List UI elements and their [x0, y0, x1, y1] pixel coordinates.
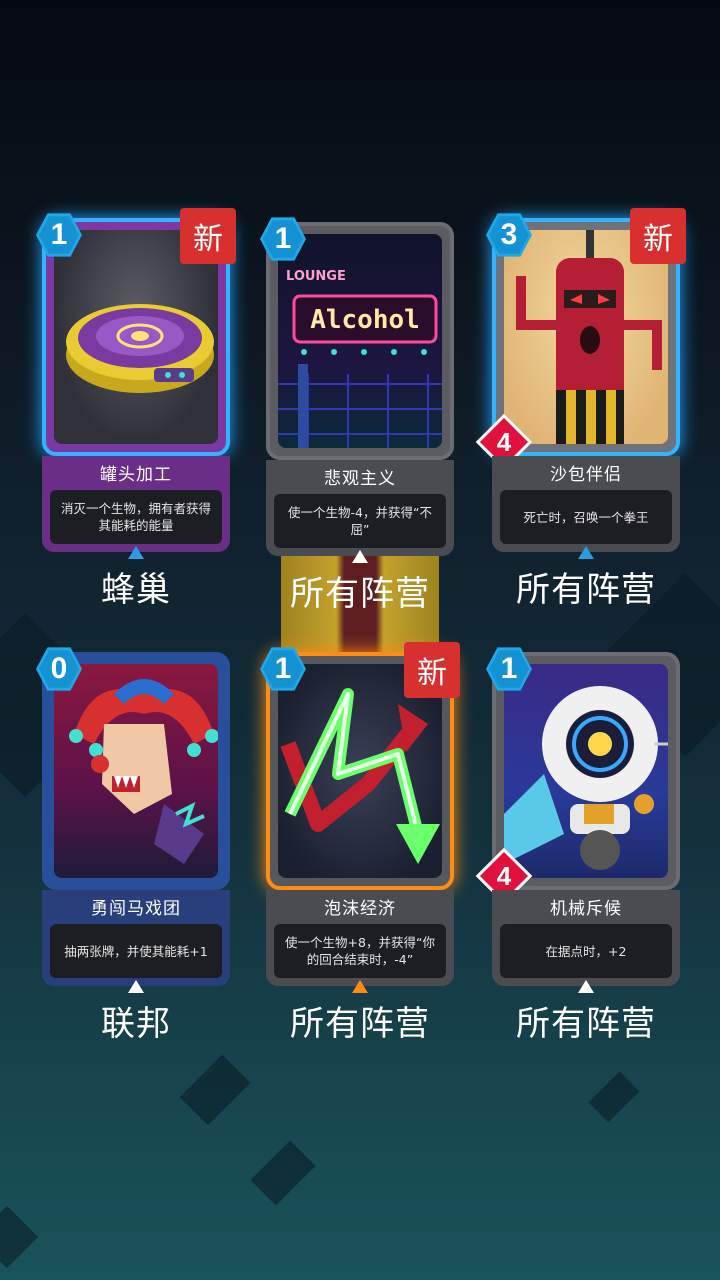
card-info-panel: 机械斥候 在据点时，+2 [492, 890, 680, 986]
faction-label: 所有阵营 [516, 570, 656, 610]
new-badge: 新 [630, 208, 686, 264]
svg-text:LOUNGE: LOUNGE [286, 269, 346, 284]
new-badge: 新 [404, 642, 460, 698]
faction-label: 所有阵营 [516, 1004, 656, 1044]
card-art [54, 664, 218, 878]
card-description: 死亡时，召唤一个拳王 [500, 490, 672, 544]
faction-arrow-icon [578, 980, 594, 993]
card-art: Alcohol LOUNGE [278, 234, 442, 448]
card-title: 沙包伴侣 [550, 465, 622, 485]
new-badge: 新 [180, 208, 236, 264]
card-info-panel: 悲观主义 使一个生物-4，并获得“不屈” [266, 460, 454, 556]
card-title: 悲观主义 [324, 469, 396, 489]
card-info-panel: 泡沫经济 使一个生物+8，并获得“你的回合结束时，-4” [266, 890, 454, 986]
card-info-panel: 勇闯马戏团 抽两张牌，并使其能耗+1 [42, 890, 230, 986]
bg-diamond [588, 1071, 640, 1123]
card-info-panel: 罐头加工 消灭一个生物，拥有者获得其能耗的能量 [42, 456, 230, 552]
faction-arrow-icon [128, 546, 144, 559]
card-description: 抽两张牌，并使其能耗+1 [50, 924, 222, 978]
faction-arrow-icon [578, 546, 594, 559]
card-art [504, 664, 668, 878]
faction-arrow-icon [128, 980, 144, 993]
card-title: 罐头加工 [100, 465, 172, 485]
card-description: 消灭一个生物，拥有者获得其能耗的能量 [50, 490, 222, 544]
card-description: 在据点时，+2 [500, 924, 672, 978]
bg-diamond [179, 1054, 251, 1126]
card-title: 机械斥候 [550, 899, 622, 919]
jester-icon [69, 679, 218, 864]
card-info-panel: 沙包伴侣 死亡时，召唤一个拳王 [492, 456, 680, 552]
svg-text:Alcohol: Alcohol [310, 305, 420, 335]
neon-bar-icon: Alcohol LOUNGE [278, 269, 442, 448]
bg-diamond [0, 1205, 39, 1269]
card-title: 泡沫经济 [324, 899, 396, 919]
card-description: 使一个生物+8，并获得“你的回合结束时，-4” [274, 924, 446, 978]
faction-arrow-icon [352, 980, 368, 993]
faction-arrow-icon [352, 550, 368, 563]
scout-robot-icon [504, 686, 668, 870]
card-description: 使一个生物-4，并获得“不屈” [274, 494, 446, 548]
card-title: 勇闯马戏团 [91, 899, 181, 919]
bg-diamond [250, 1140, 316, 1206]
